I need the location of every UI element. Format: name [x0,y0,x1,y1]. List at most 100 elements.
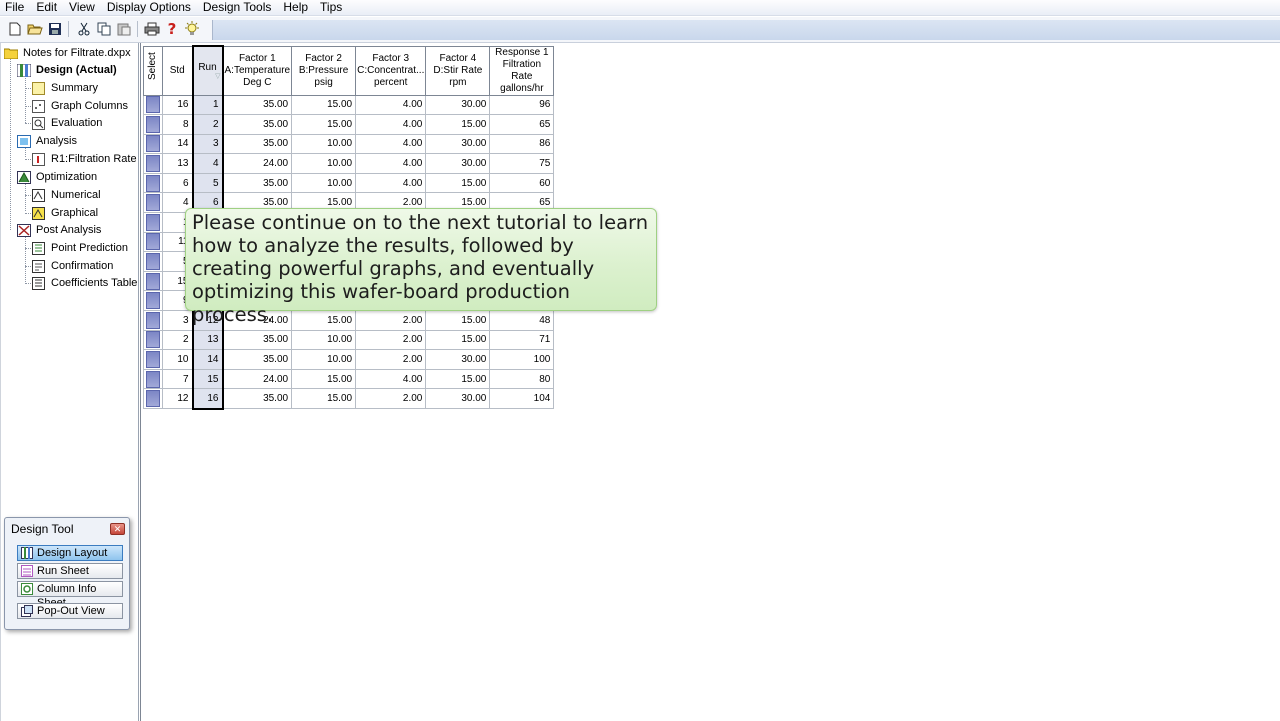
stir-rate-cell[interactable]: 30.00 [425,388,491,409]
tree-item-post-analysis[interactable]: Post Analysis [17,222,101,238]
filtration-rate-cell[interactable]: 100 [489,349,555,370]
temperature-cell[interactable]: 35.00 [221,114,293,135]
pressure-cell[interactable]: 10.00 [291,153,357,174]
cut-icon[interactable] [75,20,93,38]
stir-rate-cell[interactable]: 30.00 [425,133,491,155]
save-icon[interactable] [46,20,64,38]
concentration-cell[interactable]: 4.00 [355,114,427,135]
std-cell[interactable]: 3 [162,310,193,331]
column-info-sheet-button[interactable]: Column Info Sheet [17,581,123,609]
select-checkbox[interactable] [143,270,163,292]
tree-root[interactable]: Notes for Filtrate.dxpx [3,45,131,61]
concentration-cell[interactable]: 4.00 [355,368,427,390]
select-checkbox[interactable] [143,172,163,194]
filtration-rate-cell[interactable]: 86 [489,133,555,155]
filtration-rate-cell[interactable]: 65 [489,114,555,135]
concentration-cell[interactable]: 4.00 [355,172,427,194]
stir-rate-cell[interactable]: 15.00 [425,368,491,390]
run-cell[interactable]: 5 [191,172,224,194]
pressure-cell[interactable]: 10.00 [291,349,357,370]
pressure-cell[interactable]: 10.00 [291,329,357,351]
std-cell[interactable]: 8 [162,114,193,135]
pressure-cell[interactable]: 15.00 [291,114,357,135]
temperature-cell[interactable]: 35.00 [221,349,293,370]
std-cell[interactable]: 10 [162,349,193,370]
stir-rate-cell[interactable]: 15.00 [425,172,491,194]
table-row[interactable]: 12 16 35.00 15.00 2.00 30.00 104 [143,388,555,410]
temperature-cell[interactable]: 35.00 [221,133,293,155]
concentration-cell[interactable]: 2.00 [355,388,427,409]
temperature-cell[interactable]: 24.00 [221,368,293,390]
tree-item-evaluation[interactable]: Evaluation [32,115,102,131]
help-icon[interactable]: ? [163,20,181,38]
filtration-rate-cell[interactable]: 75 [489,153,555,174]
std-cell[interactable]: 14 [162,133,193,155]
table-row[interactable]: 14 3 35.00 10.00 4.00 30.00 86 [143,133,555,155]
tree-item-graphical[interactable]: Graphical [32,205,98,221]
select-checkbox[interactable] [143,133,163,155]
menu-file[interactable]: File [0,0,30,15]
concentration-cell[interactable]: 4.00 [355,94,427,116]
table-row[interactable]: 7 15 24.00 15.00 4.00 15.00 80 [143,368,555,390]
run-column-header[interactable]: Run ▽ [191,45,224,96]
filtration-rate-cell[interactable]: 80 [489,368,555,390]
copy-icon[interactable] [95,20,113,38]
select-checkbox[interactable] [143,310,163,331]
factor3-column-header[interactable]: Factor 3 C:Concentrat... percent [355,45,427,96]
run-cell[interactable]: 15 [191,368,224,390]
select-checkbox[interactable] [143,114,163,135]
select-checkbox[interactable] [143,212,163,233]
tree-item-numerical[interactable]: Numerical [32,187,101,203]
select-checkbox[interactable] [143,290,163,312]
design-layout-button[interactable]: Design Layout [17,545,123,561]
select-checkbox[interactable] [143,368,163,390]
select-checkbox[interactable] [143,231,163,253]
run-sheet-button[interactable]: Run Sheet [17,563,123,579]
close-icon[interactable]: ✕ [110,523,125,535]
run-cell[interactable]: 3 [191,133,224,155]
select-checkbox[interactable] [143,251,163,272]
menu-help[interactable]: Help [277,0,314,15]
paste-icon[interactable] [115,20,133,38]
pressure-cell[interactable]: 10.00 [291,133,357,155]
stir-rate-cell[interactable]: 15.00 [425,310,491,331]
select-checkbox[interactable] [143,388,163,409]
tree-item-optimization[interactable]: Optimization [17,169,97,185]
run-cell[interactable]: 1 [191,94,224,116]
factor4-column-header[interactable]: Factor 4 D:Stir Rate rpm [425,45,491,96]
std-cell[interactable]: 2 [162,329,193,351]
select-checkbox[interactable] [143,153,163,174]
menu-view[interactable]: View [63,0,101,15]
temperature-cell[interactable]: 35.00 [221,388,293,409]
stir-rate-cell[interactable]: 15.00 [425,114,491,135]
print-icon[interactable] [143,20,161,38]
table-row[interactable]: 10 14 35.00 10.00 2.00 30.00 100 [143,349,555,370]
select-checkbox[interactable] [143,192,163,214]
pressure-cell[interactable]: 15.00 [291,310,357,331]
pressure-cell[interactable]: 10.00 [291,172,357,194]
filtration-rate-cell[interactable]: 104 [489,388,555,409]
tree-item-point-prediction[interactable]: Point Prediction [32,240,128,256]
temperature-cell[interactable]: 35.00 [221,172,293,194]
new-icon[interactable] [6,20,24,38]
concentration-cell[interactable]: 4.00 [355,153,427,174]
menu-design-tools[interactable]: Design Tools [197,0,277,15]
concentration-cell[interactable]: 2.00 [355,310,427,331]
tree-item-graph-columns[interactable]: Graph Columns [32,98,128,114]
factor2-column-header[interactable]: Factor 2 B:Pressure psig [291,45,357,96]
stir-rate-cell[interactable]: 15.00 [425,329,491,351]
factor1-column-header[interactable]: Factor 1 A:Temperature Deg C [221,45,293,96]
tree-item-summary[interactable]: Summary [32,80,98,96]
stir-rate-cell[interactable]: 30.00 [425,349,491,370]
pressure-cell[interactable]: 15.00 [291,388,357,409]
select-column-header[interactable]: Select [143,45,163,96]
stir-rate-cell[interactable]: 30.00 [425,94,491,116]
open-icon[interactable] [26,20,44,38]
table-row[interactable]: 2 13 35.00 10.00 2.00 15.00 71 [143,329,555,351]
temperature-cell[interactable]: 35.00 [221,94,293,116]
concentration-cell[interactable]: 2.00 [355,349,427,370]
temperature-cell[interactable]: 35.00 [221,329,293,351]
menu-edit[interactable]: Edit [30,0,63,15]
pressure-cell[interactable]: 15.00 [291,94,357,116]
std-cell[interactable]: 6 [162,172,193,194]
